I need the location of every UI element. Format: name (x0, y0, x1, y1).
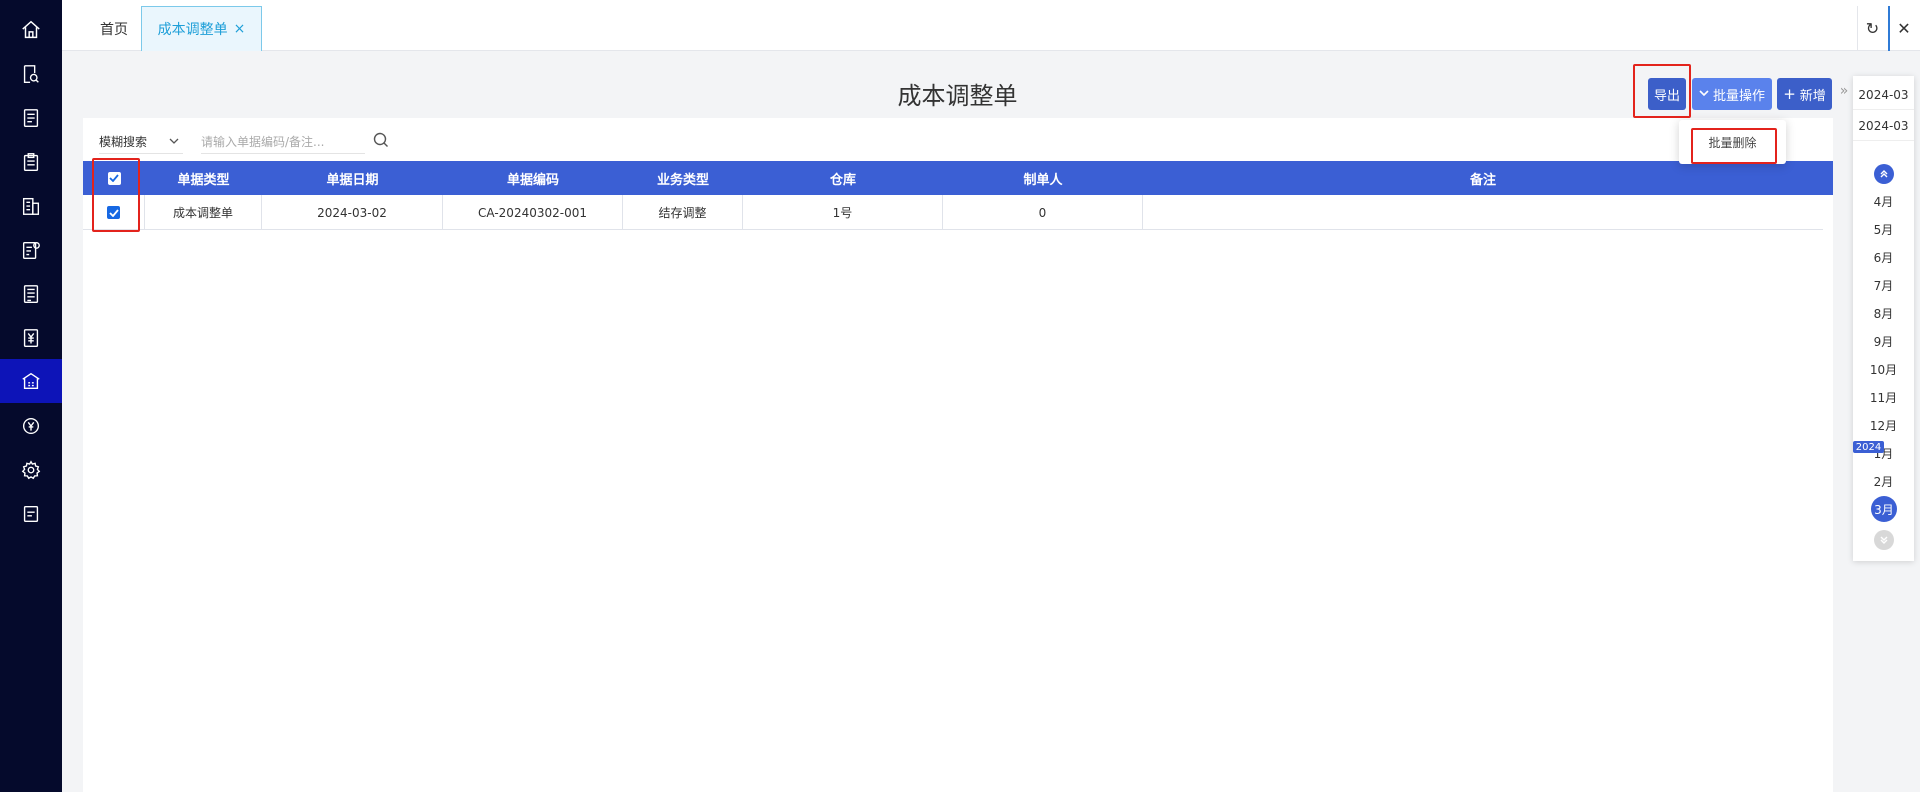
nav-currency[interactable] (0, 404, 62, 448)
yen-doc-icon (23, 329, 39, 347)
rail-month-active[interactable]: 3月 (1871, 496, 1897, 522)
nav-home[interactable] (0, 8, 62, 52)
tab-cost-adjustment[interactable]: 成本调整单 × (141, 6, 262, 51)
tab-home-label: 首页 (100, 21, 128, 38)
refresh-icon[interactable]: ↻ (1857, 6, 1887, 51)
nav-finance[interactable] (0, 316, 62, 360)
nav-report[interactable] (0, 492, 62, 536)
building-icon (22, 197, 40, 215)
column-header-doc-date[interactable]: 单据日期 (262, 161, 443, 195)
rail-month[interactable]: 10月 (1853, 358, 1914, 380)
rail-month[interactable]: 4月 (1853, 190, 1914, 212)
rail-start-date[interactable]: 2024-03 (1853, 80, 1914, 110)
plus-icon: + (1783, 85, 1796, 103)
row-checkbox[interactable] (107, 206, 120, 219)
doc-setting-icon (22, 241, 40, 259)
search-input[interactable] (201, 130, 365, 154)
chevron-down-icon (169, 138, 179, 144)
column-header-remark[interactable]: 备注 (1143, 161, 1823, 195)
year-badge: 2024 (1853, 441, 1884, 453)
yen-circle-icon (22, 417, 40, 435)
rail-month[interactable]: 9月 (1853, 330, 1914, 352)
sidebar (0, 0, 62, 792)
cell-doc-date: 2024-03-02 (262, 195, 443, 230)
batch-operation-button[interactable]: 批量操作 (1692, 78, 1772, 110)
search-icon[interactable] (372, 131, 390, 149)
table-header: 单据类型 单据日期 单据编码 业务类型 仓库 制单人 备注 (83, 161, 1833, 195)
cell-creator: 0 (943, 195, 1143, 230)
nav-document[interactable] (0, 272, 62, 316)
column-header-creator[interactable]: 制单人 (943, 161, 1143, 195)
cell-warehouse: 1号 (743, 195, 943, 230)
close-all-icon[interactable]: ✕ (1888, 6, 1918, 51)
select-all-checkbox[interactable] (107, 171, 121, 185)
chevron-down-double-icon[interactable] (1874, 530, 1894, 550)
export-label: 导出 (1653, 88, 1680, 104)
rail-month[interactable]: 11月 (1853, 386, 1914, 408)
home-icon (22, 20, 40, 39)
cell-remark (1143, 195, 1823, 230)
search-mode-label: 模糊搜索 (99, 135, 148, 149)
rail-month[interactable]: 7月 (1853, 274, 1914, 296)
page-title: 成本调整单 (897, 82, 1018, 110)
nav-building[interactable] (0, 184, 62, 228)
tab-active-label: 成本调整单 (157, 22, 228, 38)
export-button[interactable]: 导出 (1648, 78, 1686, 110)
header-select-all-cell (83, 161, 145, 195)
warehouse-icon (22, 372, 40, 390)
rail-month[interactable]: 2月 (1853, 470, 1914, 492)
search-mode-select[interactable]: 模糊搜索 (99, 130, 183, 154)
rail-month[interactable]: 8月 (1853, 302, 1914, 324)
column-header-doc-type[interactable]: 单据类型 (145, 161, 262, 195)
row-select-cell (83, 195, 145, 230)
tab-bar: 首页 成本调整单 × ↻ ✕ (62, 0, 1920, 51)
table-row[interactable]: 成本调整单 2024-03-02 CA-20240302-001 结存调整 1号… (83, 195, 1823, 230)
rail-end-date[interactable]: 2024-03 (1853, 111, 1914, 141)
rail-month[interactable]: 5月 (1853, 218, 1914, 240)
chevron-down-icon (1699, 89, 1709, 100)
rail-month[interactable]: 12月 (1853, 414, 1914, 436)
date-rail: 2024-03 2024-03 4月 5月 6月 7月 8月 9月 10月 11… (1853, 76, 1914, 561)
tab-home[interactable]: 首页 (84, 6, 144, 51)
gear-icon (21, 460, 41, 480)
add-button[interactable]: + 新增 (1777, 78, 1832, 110)
add-label: 新增 (1799, 88, 1826, 104)
batch-delete-menu-item[interactable]: 批量删除 (1679, 128, 1786, 156)
column-header-doc-code[interactable]: 单据编码 (443, 161, 623, 195)
nav-clipboard[interactable] (0, 140, 62, 184)
nav-settings[interactable] (0, 448, 62, 492)
cell-biz-type: 结存调整 (623, 195, 743, 230)
rail-month[interactable]: 6月 (1853, 246, 1914, 268)
cell-doc-type: 成本调整单 (145, 195, 262, 230)
batch-operation-dropdown: 批量删除 (1679, 120, 1786, 164)
document-icon (23, 285, 39, 303)
cell-doc-code: CA-20240302-001 (443, 195, 623, 230)
nav-doc-setting[interactable] (0, 228, 62, 272)
clipboard-icon (23, 153, 39, 171)
column-header-warehouse[interactable]: 仓库 (743, 161, 943, 195)
report-icon (23, 505, 39, 523)
nav-warehouse[interactable] (0, 359, 62, 403)
column-header-biz-type[interactable]: 业务类型 (623, 161, 743, 195)
batch-label: 批量操作 (1712, 88, 1765, 104)
chevron-up-icon[interactable] (1874, 164, 1894, 184)
tab-close-icon[interactable]: × (234, 21, 246, 37)
collapse-rail-icon[interactable]: » (1835, 78, 1853, 104)
